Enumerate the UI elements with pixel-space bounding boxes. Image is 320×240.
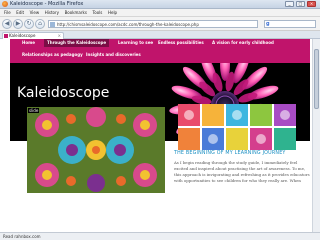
nav-vision-early-childhood[interactable]: A vision for early childhood [212,39,274,47]
image-label: slide [28,108,40,113]
nav-home[interactable]: Home [22,39,35,47]
menu-bookmarks[interactable]: Bookmarks [65,9,87,17]
menu-view[interactable]: View [30,9,40,17]
close-button[interactable]: × [307,1,316,7]
address-bar[interactable] [48,20,258,28]
search-bar[interactable]: g [264,20,316,28]
menu-history[interactable]: History [45,9,59,17]
status-text: Read rahnbox.com [3,234,41,239]
favicon-icon [4,34,8,38]
photo-collage [178,104,296,150]
nav-through-the-kaleidoscope[interactable]: Through the Kaleidoscope [44,39,110,47]
page-scrollbar[interactable] [312,39,320,232]
collage-image [178,104,296,150]
firefox-icon [2,1,8,7]
nav-learning-to-see[interactable]: Learning to see [118,39,153,47]
tab-label: Kaleidoscope [9,33,36,38]
nav-endless-possibilities[interactable]: Endless possibilities [158,39,204,47]
menu-file[interactable]: File [4,9,11,17]
site-title: Kaleidoscope [17,85,110,101]
post-body: As I begin reading through the study gui… [174,160,310,184]
url-input[interactable] [57,21,247,27]
search-engine-icon[interactable]: g [266,21,270,27]
kaleidoscope-pattern [27,107,165,193]
site-identity-icon[interactable] [50,22,55,27]
window-titlebar: Kaleidoscope - Mozilla Firefox _ □ × [0,0,320,9]
nav-insights-and-discoveries[interactable]: Insights and discoveries [86,51,141,59]
tab-bar: Kaleidoscope × [0,31,320,39]
home-button[interactable]: ⌂ [35,19,45,29]
kaleidoscope-image: slide [27,107,165,193]
forward-button[interactable]: ▶ [13,19,23,29]
nav-relationships-as-pedagogy[interactable]: Relationships as pedagogy [22,51,83,59]
reload-button[interactable]: ↻ [24,19,34,29]
menubar: File Edit View History Bookmarks Tools H… [0,9,320,17]
menu-help[interactable]: Help [108,9,117,17]
minimize-button[interactable]: _ [285,1,294,7]
tab-kaleidoscope[interactable]: Kaleidoscope × [2,32,64,39]
menu-tools[interactable]: Tools [93,9,103,17]
post-title: THE BEGINNING OF MY LEARNING JOURNEY [174,151,286,156]
post-paragraph-line: with opportunities to see children for w… [174,178,301,183]
menu-edit[interactable]: Edit [16,9,24,17]
back-button[interactable]: ◀ [2,19,12,29]
scrollbar-thumb[interactable] [314,49,319,109]
site-navigation: Home Through the Kaleidoscope Learning t… [10,39,310,63]
status-bar: Read rahnbox.com [0,232,320,240]
maximize-button[interactable]: □ [296,1,305,7]
window-title: Kaleidoscope - Mozilla Firefox [10,1,84,7]
navigation-toolbar: ◀ ▶ ↻ ⌂ g [0,17,320,31]
